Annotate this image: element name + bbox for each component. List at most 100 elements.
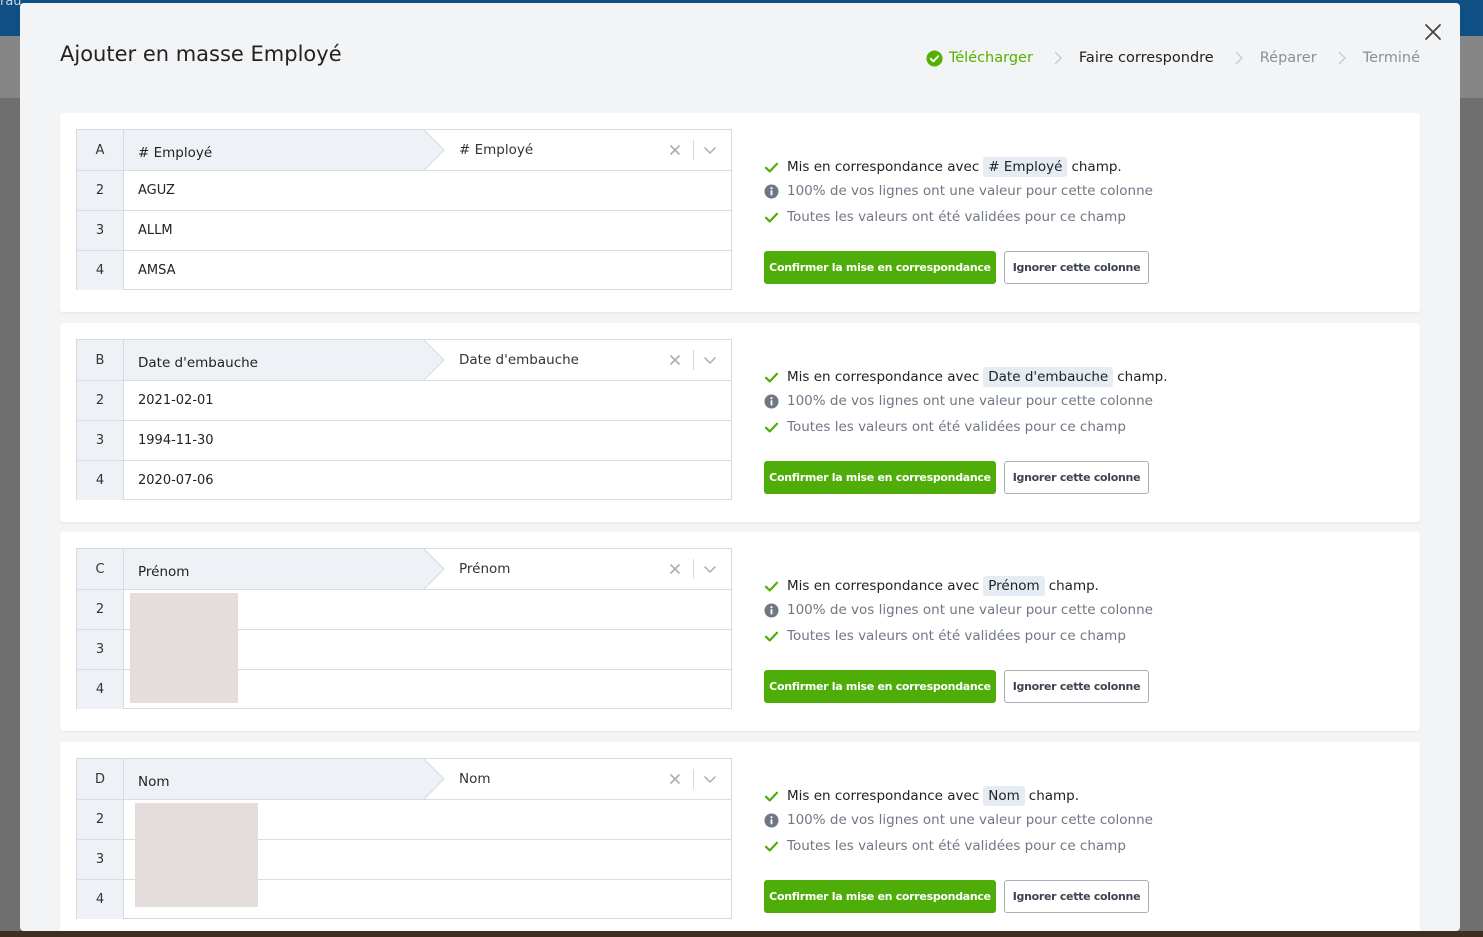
redacted-block — [130, 593, 238, 703]
status-matched: Mis en correspondance avec # Employé cha… — [764, 157, 1122, 177]
chevron-down-icon[interactable] — [703, 773, 717, 785]
status-matched-suffix: champ. — [1048, 578, 1099, 594]
redacted-block — [135, 803, 258, 907]
step-done[interactable]: Terminé — [1363, 50, 1420, 66]
check-icon — [764, 162, 779, 172]
confirm-match-button[interactable]: Confirmer la mise en correspondance — [764, 461, 996, 494]
ignore-column-button[interactable]: Ignorer cette colonne — [1004, 880, 1149, 913]
info-icon — [764, 813, 779, 827]
info-icon — [764, 394, 779, 408]
step-done-label: Terminé — [1362, 50, 1420, 66]
row-index: 3 — [77, 630, 124, 669]
status-info-text: 100% de vos lignes ont une valeur pour c… — [787, 602, 1153, 618]
check-icon — [764, 581, 779, 591]
status-info-text: 100% de vos lignes ont une valeur pour c… — [787, 812, 1153, 828]
info-icon — [764, 184, 779, 198]
field-select[interactable]: # Employé — [446, 130, 731, 170]
ignore-column-button[interactable]: Ignorer cette colonne — [1004, 251, 1149, 284]
step-match[interactable]: Faire correspondre — [1079, 50, 1214, 66]
chevron-down-icon[interactable] — [703, 144, 717, 156]
field-select[interactable]: Date d'embauche — [446, 340, 731, 380]
check-icon — [764, 212, 779, 222]
column-card-c: C Prénom Prénom 2 3 4 Mis en corresponda… — [60, 532, 1420, 731]
import-stepper: Télécharger Faire correspondre Réparer T… — [926, 47, 1420, 69]
field-select[interactable]: Nom — [446, 759, 731, 799]
status-info: 100% de vos lignes ont une valeur pour c… — [764, 812, 1153, 828]
column-letter: D — [77, 759, 124, 799]
status-valid: Toutes les valeurs ont été validées pour… — [764, 209, 1126, 225]
matched-field-tag: Prénom — [983, 576, 1045, 596]
table-row: 4 AMSA — [77, 250, 731, 290]
cell-value: ALLM — [138, 223, 173, 238]
status-matched-prefix: Mis en correspondance avec — [787, 578, 980, 594]
select-divider — [693, 559, 694, 579]
step-upload-label: Télécharger — [948, 50, 1033, 66]
table-row: 4 2020-07-06 — [77, 460, 731, 500]
step-repair[interactable]: Réparer — [1260, 50, 1317, 66]
chevron-down-icon[interactable] — [703, 563, 717, 575]
source-header: Date d'embauche — [138, 355, 258, 371]
source-header: Prénom — [138, 564, 190, 580]
confirm-match-button[interactable]: Confirmer la mise en correspondance — [764, 251, 996, 284]
field-select[interactable]: Prénom — [446, 549, 731, 589]
arrow-right-shape — [424, 340, 445, 380]
status-info-text: 100% de vos lignes ont une valeur pour c… — [787, 393, 1153, 409]
row-index: 2 — [77, 590, 124, 629]
cell-value: AMSA — [138, 263, 176, 278]
status-valid-text: Toutes les valeurs ont été validées pour… — [787, 628, 1126, 644]
row-index: 4 — [77, 670, 124, 709]
row-index: 2 — [77, 171, 124, 210]
grid-header-row: B Date d'embauche Date d'embauche — [77, 340, 731, 380]
clear-icon[interactable] — [668, 772, 682, 786]
status-matched-prefix: Mis en correspondance avec — [787, 369, 980, 385]
clear-icon[interactable] — [668, 353, 682, 367]
select-divider — [693, 350, 694, 370]
chevron-down-icon[interactable] — [703, 354, 717, 366]
field-select-value: # Employé — [459, 142, 534, 158]
row-index: 2 — [77, 381, 124, 420]
ignore-column-button[interactable]: Ignorer cette colonne — [1004, 670, 1149, 703]
column-preview-grid: D Nom Nom 2 3 4 — [76, 758, 732, 919]
field-select-value: Date d'embauche — [459, 352, 579, 368]
step-upload[interactable]: Télécharger — [926, 49, 1033, 67]
row-index: 4 — [77, 880, 124, 919]
select-divider — [693, 140, 694, 160]
column-preview-grid: B Date d'embauche Date d'embauche 2 2021… — [76, 339, 732, 500]
status-matched-prefix: Mis en correspondance avec — [787, 159, 980, 175]
clear-icon[interactable] — [668, 562, 682, 576]
row-index: 2 — [77, 800, 124, 839]
status-matched: Mis en correspondance avec Date d'embauc… — [764, 367, 1168, 387]
status-info: 100% de vos lignes ont une valeur pour c… — [764, 602, 1153, 618]
table-row: 2 2021-02-01 — [77, 380, 731, 420]
grid-header-row: C Prénom Prénom — [77, 549, 731, 589]
column-card-d: D Nom Nom 2 3 4 Mis en correspondance av… — [60, 742, 1420, 931]
column-card-b: B Date d'embauche Date d'embauche 2 2021… — [60, 323, 1420, 522]
ignore-column-button[interactable]: Ignorer cette colonne — [1004, 461, 1149, 494]
close-icon[interactable] — [1422, 21, 1444, 43]
row-index: 3 — [77, 840, 124, 879]
column-letter: B — [77, 340, 124, 380]
confirm-match-button[interactable]: Confirmer la mise en correspondance — [764, 880, 996, 913]
arrow-right-shape — [424, 549, 445, 589]
check-icon — [764, 422, 779, 432]
column-preview-grid: C Prénom Prénom 2 3 4 — [76, 548, 732, 709]
status-valid: Toutes les valeurs ont été validées pour… — [764, 628, 1126, 644]
status-info-text: 100% de vos lignes ont une valeur pour c… — [787, 183, 1153, 199]
status-matched-suffix: champ. — [1117, 369, 1168, 385]
confirm-match-button[interactable]: Confirmer la mise en correspondance — [764, 670, 996, 703]
column-preview-grid: A # Employé # Employé 2 AGUZ 3 ALLM 4 AM… — [76, 129, 732, 290]
status-matched-suffix: champ. — [1028, 788, 1080, 804]
clear-icon[interactable] — [668, 143, 682, 157]
cell-value: AGUZ — [138, 183, 175, 198]
field-select-value: Nom — [459, 771, 491, 787]
matched-field-tag: Date d'embauche — [983, 367, 1114, 387]
column-card-a: A # Employé # Employé 2 AGUZ 3 ALLM 4 AM… — [60, 113, 1420, 312]
table-row: 3 ALLM — [77, 210, 731, 250]
cell-value: 1994-11-30 — [138, 433, 214, 448]
cell-value: 2020-07-06 — [138, 473, 214, 488]
status-matched: Mis en correspondance avec Nom champ. — [764, 786, 1079, 806]
select-divider — [693, 769, 694, 789]
grid-header-row: D Nom Nom — [77, 759, 731, 799]
source-header: Nom — [138, 774, 170, 790]
status-valid-text: Toutes les valeurs ont été validées pour… — [787, 419, 1126, 435]
